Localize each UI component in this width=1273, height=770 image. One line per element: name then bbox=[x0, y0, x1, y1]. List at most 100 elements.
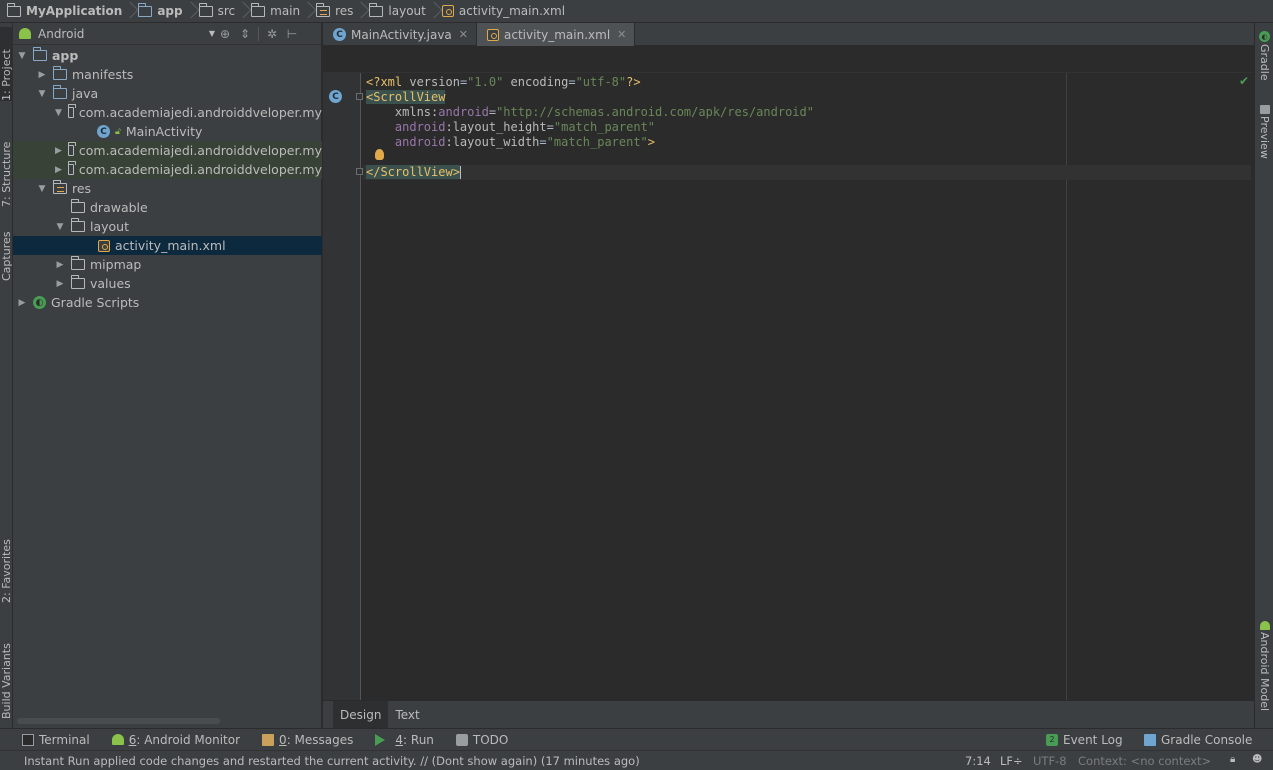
expand-arrow-icon[interactable]: ▶ bbox=[55, 146, 62, 156]
collapse-all-icon[interactable]: ⇕ bbox=[235, 27, 255, 41]
tree-item-drawable[interactable]: drawable bbox=[13, 198, 322, 217]
file-encoding[interactable]: UTF-8 bbox=[1033, 754, 1067, 768]
code-editor[interactable]: C ✔ <?xml version="1.0" encoding="utf-8"… bbox=[323, 46, 1254, 700]
crumb-main[interactable]: main bbox=[247, 0, 304, 23]
tab-design[interactable]: Design bbox=[333, 700, 389, 729]
tab-text[interactable]: Text bbox=[388, 701, 426, 729]
android-icon bbox=[19, 28, 31, 39]
folder-icon bbox=[53, 85, 67, 99]
close-icon[interactable]: ✕ bbox=[617, 28, 626, 41]
expand-arrow-icon[interactable]: ▶ bbox=[37, 70, 47, 80]
context-indicator[interactable]: Context: <no context> bbox=[1078, 754, 1211, 768]
tab-captures[interactable]: Captures bbox=[0, 219, 13, 281]
tab-activity-main-xml[interactable]: activity_main.xml ✕ bbox=[477, 23, 636, 46]
fold-marker-icon[interactable] bbox=[356, 93, 363, 100]
code-line-7: </ScrollView> bbox=[363, 165, 1251, 180]
tab-gradle[interactable]: ◐ Gradle bbox=[1255, 31, 1273, 81]
tree-item-values[interactable]: ▶ values bbox=[13, 274, 322, 293]
tree-item-layout[interactable]: ▼ layout bbox=[13, 217, 322, 236]
tab-android-model-label: Android Model bbox=[1258, 632, 1271, 712]
messages-button[interactable]: 0: Messages bbox=[262, 733, 353, 747]
crumb-res[interactable]: res bbox=[312, 0, 357, 23]
fold-marker-icon[interactable] bbox=[356, 168, 363, 175]
tab-preview-label: Preview bbox=[1258, 116, 1271, 159]
gear-icon[interactable]: ✲ bbox=[262, 27, 282, 41]
tab-build-variants[interactable]: Build Variants bbox=[0, 623, 13, 719]
expand-arrow-icon[interactable]: ▼ bbox=[37, 184, 47, 194]
expand-arrow-icon[interactable]: ▶ bbox=[17, 298, 27, 308]
tree-item-label: com.academiajedi.androiddveloper.my bbox=[78, 162, 322, 177]
tab-structure[interactable]: 7: Structure bbox=[0, 119, 13, 207]
run-number: 4 bbox=[395, 732, 404, 747]
folder-icon bbox=[71, 256, 85, 270]
terminal-label: Terminal bbox=[39, 732, 90, 747]
tab-favorites[interactable]: 2: Favorites bbox=[0, 521, 13, 603]
caret-position[interactable]: 7:14 bbox=[965, 754, 991, 768]
tree-item-label: MainActivity bbox=[125, 124, 203, 139]
crumb-separator bbox=[239, 0, 247, 23]
expand-arrow-icon[interactable]: ▶ bbox=[55, 165, 62, 175]
hide-panel-icon[interactable]: ⊢ bbox=[282, 27, 302, 41]
horizontal-scrollbar[interactable] bbox=[17, 718, 220, 724]
line-separator[interactable]: LF÷ bbox=[1000, 754, 1023, 768]
run-button[interactable]: 4: Run bbox=[375, 733, 434, 747]
tree-item-package-android-test[interactable]: ▶ com.academiajedi.androiddveloper.my bbox=[13, 141, 322, 160]
tree-item-manifests[interactable]: ▶ manifests bbox=[13, 65, 322, 84]
tree-item-package-test[interactable]: ▶ com.academiajedi.androiddveloper.my bbox=[13, 160, 322, 179]
module-folder-icon bbox=[33, 47, 47, 61]
crumb-project[interactable]: MyApplication bbox=[3, 0, 126, 23]
expand-arrow-icon[interactable]: ▼ bbox=[17, 51, 27, 61]
tree-item-label: com.academiajedi.androiddveloper.my bbox=[78, 143, 322, 158]
event-log-button[interactable]: 2 Event Log bbox=[1046, 733, 1123, 747]
editor-mode-tabs: Design Text bbox=[323, 700, 1254, 729]
related-class-icon[interactable]: C bbox=[329, 90, 342, 103]
left-tool-strip: 1: Project 7: Structure Captures 2: Favo… bbox=[0, 23, 13, 728]
expand-arrow-icon[interactable]: ▼ bbox=[55, 108, 62, 118]
sync-target-icon[interactable]: ⊕ bbox=[215, 27, 235, 41]
crumb-layout[interactable]: layout bbox=[365, 0, 429, 23]
code-line-4: android:layout_height="match_parent" bbox=[394, 120, 656, 134]
crumb-src[interactable]: src bbox=[195, 0, 240, 23]
tree-item-res[interactable]: ▼ res bbox=[13, 179, 322, 198]
expand-arrow-icon[interactable]: ▶ bbox=[55, 260, 65, 270]
tab-project[interactable]: 1: Project bbox=[0, 27, 13, 101]
tree-item-activity-main[interactable]: activity_main.xml bbox=[13, 236, 322, 255]
crumb-separator bbox=[357, 0, 365, 23]
tab-mainactivity-java[interactable]: C MainActivity.java ✕ bbox=[323, 23, 477, 46]
terminal-button[interactable]: Terminal bbox=[22, 733, 90, 747]
tree-item-gradle-scripts[interactable]: ▶ ◐ Gradle Scripts bbox=[13, 293, 322, 312]
crumb-src-label: src bbox=[217, 4, 236, 18]
crumb-separator bbox=[304, 0, 312, 23]
folder-icon bbox=[369, 2, 384, 17]
tree-item-package-main[interactable]: ▼ com.academiajedi.androiddveloper.my bbox=[13, 103, 322, 122]
tree-item-app[interactable]: ▼ app bbox=[13, 46, 322, 65]
crumb-file[interactable]: activity_main.xml bbox=[438, 0, 569, 23]
tree-item-java[interactable]: ▼ java bbox=[13, 84, 322, 103]
lock-icon[interactable]: 🔒︎ bbox=[1230, 754, 1235, 765]
code-line-3: xmlns:android="http://schemas.android.co… bbox=[394, 105, 814, 119]
tree-item-mainactivity[interactable]: C 🔓︎ MainActivity bbox=[13, 122, 322, 141]
close-icon[interactable]: ✕ bbox=[459, 28, 468, 41]
tree-item-label: com.academiajedi.androiddveloper.my bbox=[78, 105, 322, 120]
tree-item-label: layout bbox=[90, 219, 130, 234]
expand-arrow-icon[interactable]: ▼ bbox=[55, 222, 65, 232]
gradle-icon: ◐ bbox=[33, 296, 46, 309]
inspector-icon[interactable]: ☻ bbox=[1252, 754, 1262, 765]
status-message[interactable]: Instant Run applied code changes and res… bbox=[0, 754, 640, 768]
project-view-select[interactable]: Android ▼ bbox=[19, 27, 215, 41]
tree-item-label: activity_main.xml bbox=[115, 238, 226, 253]
code-content[interactable]: <?xml version="1.0" encoding="utf-8"?> <… bbox=[363, 75, 1251, 180]
xml-file-icon bbox=[487, 28, 499, 41]
tree-item-mipmap[interactable]: ▶ mipmap bbox=[13, 255, 322, 274]
tab-preview[interactable]: Preview bbox=[1255, 105, 1273, 159]
todo-button[interactable]: TODO bbox=[455, 733, 508, 747]
class-icon: C bbox=[97, 125, 110, 138]
tab-android-model[interactable]: Android Model bbox=[1255, 621, 1273, 711]
gradle-console-button[interactable]: Gradle Console bbox=[1144, 733, 1252, 747]
android-monitor-button[interactable]: 6: Android Monitor bbox=[111, 733, 240, 747]
crumb-app[interactable]: app bbox=[134, 0, 186, 23]
expand-arrow-icon[interactable]: ▶ bbox=[55, 279, 65, 289]
tree-item-label: res bbox=[72, 181, 92, 196]
expand-arrow-icon[interactable]: ▼ bbox=[37, 89, 47, 99]
gradle-console-icon bbox=[1144, 734, 1156, 746]
